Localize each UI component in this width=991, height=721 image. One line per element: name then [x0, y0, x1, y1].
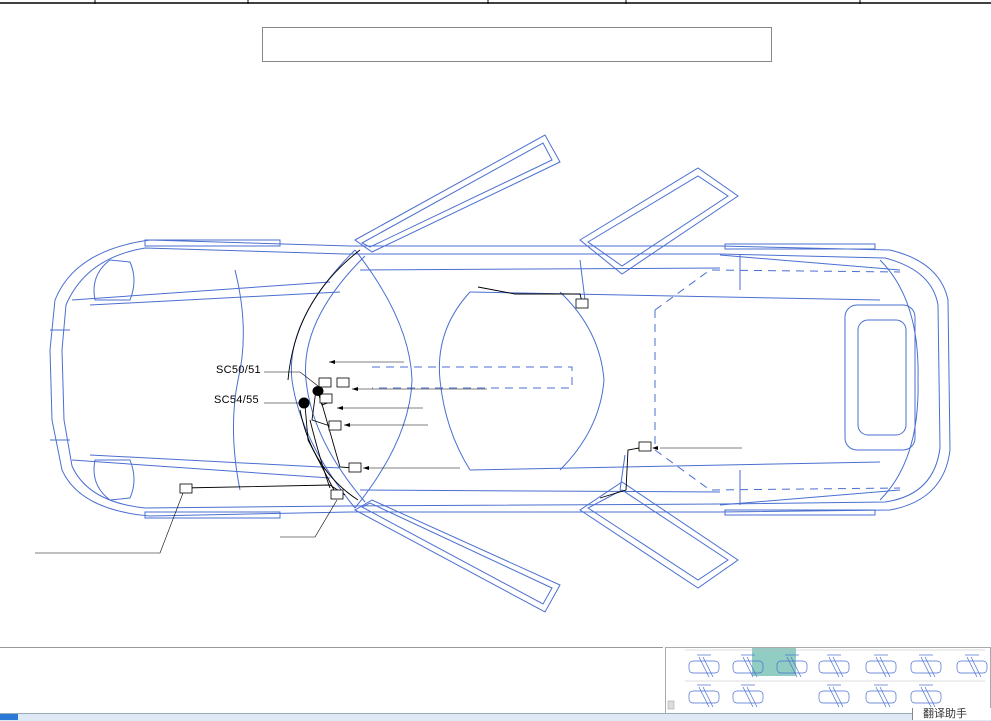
splice-label-sc50: SC50/51 [216, 364, 261, 376]
door-front-left-upper [354, 134, 561, 253]
thumbnail-item [776, 654, 808, 678]
connector-box [575, 298, 589, 309]
connector-box [336, 377, 350, 388]
translate-helper-label[interactable]: 翻译助手 [912, 708, 991, 720]
top-ruler [0, 0, 991, 4]
thumbnail-item [910, 684, 942, 708]
thumbnail-grid[interactable] [665, 647, 991, 714]
bottom-info-panel [0, 647, 663, 714]
thumbnail-item [732, 654, 764, 678]
thumbnail-item [688, 684, 720, 708]
thumbnail-item [865, 684, 897, 708]
door-front-left-lower [353, 499, 561, 613]
connector-box [318, 377, 332, 388]
splice-label-sc54: SC54/55 [214, 394, 259, 406]
start-button[interactable] [0, 714, 18, 720]
connector-box [330, 489, 344, 500]
thumbnail-item [956, 654, 988, 678]
vehicle-location-diagram [35, 134, 951, 613]
thumbnail-item [688, 654, 720, 678]
car-body-outline [49, 239, 951, 517]
door-rear-left-upper [579, 167, 739, 275]
thumbnail-item [732, 684, 764, 708]
diagram-title-box[interactable] [262, 27, 772, 62]
connector-box [638, 441, 652, 452]
thumbnail-item [865, 654, 897, 678]
thumbnail-item [818, 654, 850, 678]
connector-box [328, 420, 342, 431]
connector-box [179, 483, 193, 494]
splice-sc50-51 [312, 386, 324, 396]
connector-box [348, 462, 362, 473]
thumbnail-item [910, 654, 942, 678]
connector-box [319, 393, 333, 404]
splice-sc54-55 [298, 397, 310, 409]
thumbnail-item [818, 684, 850, 708]
door-rear-left-lower [579, 481, 739, 589]
